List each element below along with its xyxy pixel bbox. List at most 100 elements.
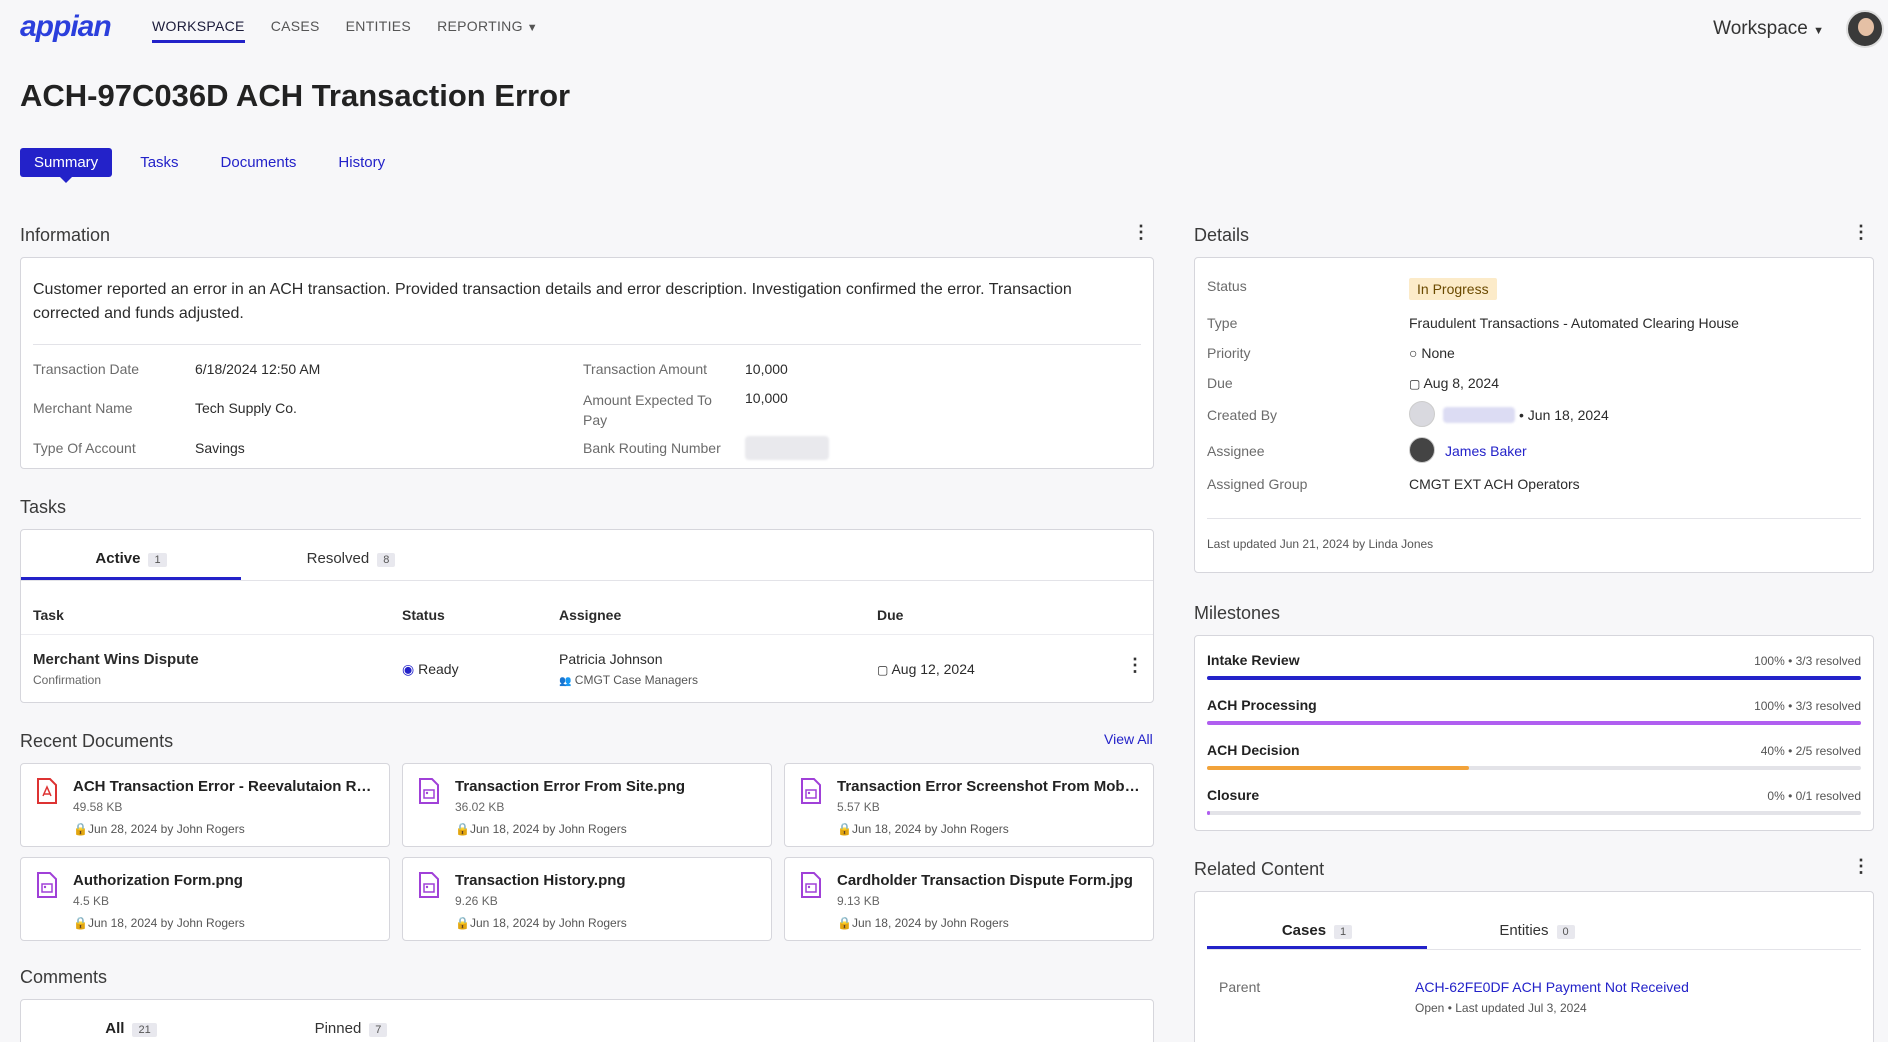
document-size: 49.58 KB <box>73 800 123 814</box>
document-meta-text: Jun 18, 2024 by John Rogers <box>87 916 245 930</box>
tasks-tab-resolved[interactable]: Resolved 8 <box>241 530 461 580</box>
image-file-icon <box>37 872 57 898</box>
document-card[interactable]: Transaction Error Screenshot From Mobil.… <box>784 763 1154 847</box>
redacted-routing-number <box>745 436 829 460</box>
information-divider <box>33 344 1141 345</box>
information-menu-icon[interactable]: ⋮ <box>1132 222 1150 243</box>
information-card: Customer reported an error in an ACH tra… <box>20 257 1154 469</box>
related-tab-cases[interactable]: Cases 1 <box>1207 892 1427 949</box>
top-nav: WORKSPACE CASES ENTITIES REPORTING ▼ <box>152 18 538 43</box>
tasks-tab-label: Active <box>95 550 141 567</box>
milestone-meta: 100% • 3/3 resolved <box>1754 654 1861 668</box>
comments-tab-all[interactable]: All 21 <box>21 1000 241 1042</box>
document-card[interactable]: Cardholder Transaction Dispute Form.jpg 9… <box>784 857 1154 941</box>
milestone-progress-fill <box>1207 721 1861 725</box>
document-size: 36.02 KB <box>455 800 505 814</box>
document-size: 9.13 KB <box>837 894 880 908</box>
document-name[interactable]: Cardholder Transaction Dispute Form.jpg <box>837 872 1141 889</box>
nav-entities[interactable]: ENTITIES <box>346 18 411 43</box>
image-file-icon <box>419 778 439 804</box>
task-assignee: Patricia Johnson <box>559 651 663 667</box>
detail-label: Type <box>1207 315 1238 331</box>
milestone-meta: 0% • 0/1 resolved <box>1767 789 1861 803</box>
document-card[interactable]: ACH Transaction Error - Reevalutaion Rep… <box>20 763 390 847</box>
field-value: Savings <box>195 440 245 456</box>
field-label: Merchant Name <box>33 400 133 416</box>
documents-title: Recent Documents <box>20 731 174 751</box>
user-avatar[interactable] <box>1846 10 1884 48</box>
redacted-creator-name <box>1443 407 1515 423</box>
related-menu-icon[interactable]: ⋮ <box>1852 856 1870 877</box>
view-all-link[interactable]: View All <box>1104 731 1153 747</box>
document-name[interactable]: Transaction Error Screenshot From Mobil.… <box>837 778 1141 795</box>
image-file-icon <box>801 872 821 898</box>
row-menu-icon[interactable]: ⋮ <box>1126 655 1144 676</box>
column-header-due: Due <box>877 607 904 623</box>
detail-label: Due <box>1207 375 1233 391</box>
tab-summary[interactable]: Summary <box>20 148 113 183</box>
detail-value: CMGT EXT ACH Operators <box>1409 476 1580 492</box>
document-card[interactable]: Transaction History.png 9.26 KB 🔒Jun 18, 2… <box>402 857 772 941</box>
group-icon: 👥 <box>559 676 572 687</box>
detail-value: • Jun 18, 2024 <box>1519 407 1609 423</box>
task-due: ▢ Aug 12, 2024 <box>877 661 975 677</box>
tab-documents[interactable]: Documents <box>207 148 311 177</box>
detail-value: ▢ Aug 8, 2024 <box>1409 375 1499 391</box>
page-title: ACH-97C036D ACH Transaction Error <box>20 78 571 113</box>
assignee-link[interactable]: James Baker <box>1445 443 1527 459</box>
lock-icon: 🔒 <box>455 822 470 836</box>
comments-tab-pinned[interactable]: Pinned 7 <box>241 1000 461 1042</box>
document-name[interactable]: Transaction Error From Site.png <box>455 778 759 795</box>
related-title: Related Content <box>1194 859 1325 879</box>
calendar-icon: ▢ <box>1409 377 1421 391</box>
nav-cases[interactable]: CASES <box>271 18 320 43</box>
document-meta: 🔒Jun 18, 2024 by John Rogers <box>837 822 1009 836</box>
document-name[interactable]: Authorization Form.png <box>73 872 377 889</box>
tasks-tab-active[interactable]: Active 1 <box>21 530 241 580</box>
comments-card: All 21 Pinned 7 <box>20 999 1154 1042</box>
field-label: Transaction Amount <box>583 361 707 377</box>
parent-label: Parent <box>1219 979 1261 995</box>
milestone-item: Closure 0% • 0/1 resolved <box>1207 787 1861 827</box>
count-badge: 21 <box>132 1023 157 1037</box>
task-subtitle: Confirmation <box>33 673 102 687</box>
details-card: Status In Progress Type Fraudulent Trans… <box>1194 257 1874 573</box>
nav-reporting[interactable]: REPORTING ▼ <box>437 18 538 43</box>
column-header-status: Status <box>402 607 445 623</box>
document-card[interactable]: Authorization Form.png 4.5 KB 🔒Jun 18, 202… <box>20 857 390 941</box>
task-group-text: CMGT Case Managers <box>574 673 698 687</box>
document-meta-text: Jun 18, 2024 by John Rogers <box>851 822 1009 836</box>
document-meta-text: Jun 18, 2024 by John Rogers <box>469 916 627 930</box>
details-menu-icon[interactable]: ⋮ <box>1852 222 1870 243</box>
milestone-progress-track <box>1207 721 1861 725</box>
tab-history[interactable]: History <box>324 148 399 177</box>
radio-ready-icon: ◉ <box>402 661 415 677</box>
workspace-menu[interactable]: Workspace ▼ <box>1713 18 1824 40</box>
information-description: Customer reported an error in an ACH tra… <box>33 281 1072 322</box>
tab-tasks[interactable]: Tasks <box>126 148 192 177</box>
status-badge: In Progress <box>1409 278 1497 300</box>
related-tab-entities[interactable]: Entities 0 <box>1427 892 1647 949</box>
task-name-link[interactable]: Merchant Wins Dispute <box>33 651 199 668</box>
parent-case-link[interactable]: ACH-62FE0DF ACH Payment Not Received <box>1415 979 1689 995</box>
milestone-progress-fill <box>1207 676 1861 680</box>
lock-icon: 🔒 <box>837 916 852 930</box>
details-divider <box>1207 518 1861 519</box>
creator-avatar <box>1409 401 1435 427</box>
document-meta-text: Jun 28, 2024 by John Rogers <box>87 822 245 836</box>
tasks-tab-label: Resolved <box>306 550 370 567</box>
due-text: Aug 8, 2024 <box>1423 375 1499 391</box>
document-name[interactable]: ACH Transaction Error - Reevalutaion Rep… <box>73 778 377 795</box>
milestones-title: Milestones <box>1194 603 1281 623</box>
count-badge: 1 <box>1334 925 1353 939</box>
nav-workspace[interactable]: WORKSPACE <box>152 18 245 43</box>
table-row[interactable]: Merchant Wins Dispute Confirmation ◉ Rea… <box>21 635 1153 701</box>
document-name[interactable]: Transaction History.png <box>455 872 759 889</box>
caret-down-icon: ▼ <box>1813 25 1824 37</box>
document-card[interactable]: Transaction Error From Site.png 36.02 KB 🔒… <box>402 763 772 847</box>
detail-label: Priority <box>1207 345 1251 361</box>
image-file-icon <box>419 872 439 898</box>
appian-logo[interactable]: appian <box>20 10 112 44</box>
milestone-item: Intake Review 100% • 3/3 resolved <box>1207 652 1861 692</box>
document-meta: 🔒Jun 18, 2024 by John Rogers <box>455 916 627 930</box>
